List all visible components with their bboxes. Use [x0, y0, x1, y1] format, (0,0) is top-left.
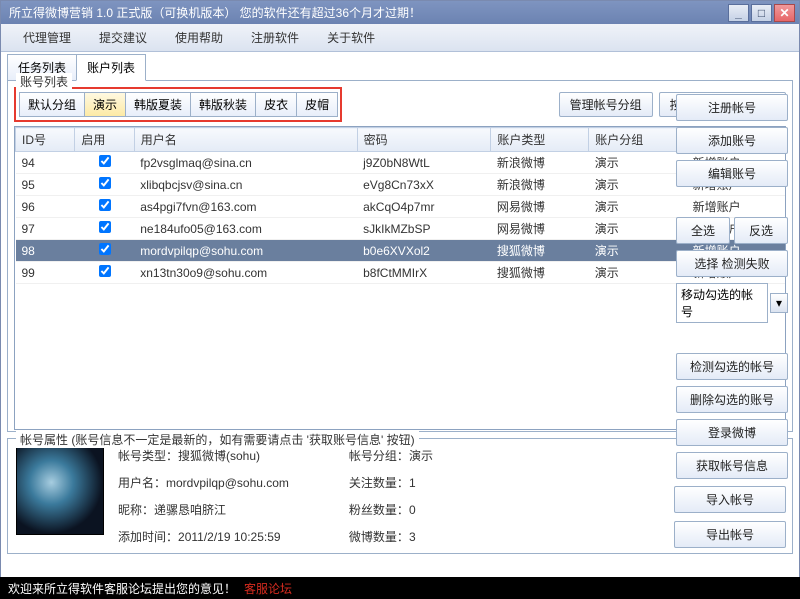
group-tab-summer[interactable]: 韩版夏装 [125, 92, 191, 117]
select-all-button[interactable]: 全选 [676, 217, 730, 244]
row-checkbox[interactable] [99, 221, 111, 233]
menu-register[interactable]: 注册软件 [237, 25, 313, 50]
row-checkbox[interactable] [99, 155, 111, 167]
row-checkbox[interactable] [99, 177, 111, 189]
menu-suggest[interactable]: 提交建议 [85, 25, 161, 50]
titlebar: 所立得微博营销 1.0 正式版（可换机版本） 您的软件还有超过36个月才过期！ … [1, 1, 799, 24]
fetch-info-button[interactable]: 获取帐号信息 [676, 452, 788, 479]
detail-type: 帐号类型：搜狐微博(sohu) [118, 447, 289, 464]
group-tabs-highlight: 默认分组 演示 韩版夏装 韩版秋装 皮衣 皮帽 [14, 87, 342, 122]
menu-proxy[interactable]: 代理管理 [9, 25, 85, 50]
menubar: 代理管理 提交建议 使用帮助 注册软件 关于软件 [1, 24, 799, 52]
statusbar: 欢迎来所立得软件客服论坛提出您的意见！ 客服论坛 [0, 577, 800, 599]
group-tab-demo[interactable]: 演示 [84, 92, 126, 117]
detail-nick: 昵称：递骡恳咱脐江 [118, 501, 289, 518]
tab-accountlist[interactable]: 账户列表 [76, 54, 146, 81]
group-tab-autumn[interactable]: 韩版秋装 [190, 92, 256, 117]
group-label: 账号列表 [16, 73, 72, 90]
main-tabs: 任务列表 账户列表 [7, 54, 793, 81]
minimize-button[interactable]: _ [728, 4, 749, 22]
account-table: ID号启用用户名密码账户类型账户分组账户状态 94fp2vsglmaq@sina… [14, 126, 786, 430]
footer-text: 欢迎来所立得软件客服论坛提出您的意见！ [8, 580, 236, 597]
table-row[interactable]: 99xn13tn30o9@sohu.comb8fCtMMIrX搜狐微博演示新增账… [16, 262, 785, 284]
window-title: 所立得微博营销 1.0 正式版（可换机版本） 您的软件还有超过36个月才过期！ [5, 4, 726, 21]
col-4[interactable]: 账户类型 [491, 128, 589, 152]
table-row[interactable]: 98mordvpilqp@sohu.comb0e6XVXol2搜狐微博演示新增账… [16, 240, 785, 262]
row-checkbox[interactable] [99, 243, 111, 255]
move-combo[interactable]: 移动勾选的帐号 [676, 283, 768, 323]
row-checkbox[interactable] [99, 265, 111, 277]
group-tab-default[interactable]: 默认分组 [19, 92, 85, 117]
detail-weibo: 微博数量：3 [349, 528, 433, 545]
detail-follow: 关注数量：1 [349, 474, 433, 491]
import-export-panel: 导入帐号 导出帐号 [674, 486, 786, 548]
col-2[interactable]: 用户名 [134, 128, 357, 152]
detail-user: 用户名：mordvpilqp@sohu.com [118, 474, 289, 491]
table-row[interactable]: 97ne184ufo05@163.comsJkIkMZbSP网易微博演示新增账户 [16, 218, 785, 240]
export-button[interactable]: 导出帐号 [674, 521, 786, 548]
row-checkbox[interactable] [99, 199, 111, 211]
footer-link[interactable]: 客服论坛 [244, 580, 292, 597]
login-button[interactable]: 登录微博 [676, 419, 788, 446]
table-row[interactable]: 96as4pgi7fvn@163.comakCqO4p7mr网易微博演示新增账户 [16, 196, 785, 218]
manage-group-button[interactable]: 管理帐号分组 [559, 92, 653, 117]
group-tab-leather[interactable]: 皮衣 [255, 92, 297, 117]
edit-button[interactable]: 编辑账号 [676, 160, 788, 187]
table-row[interactable]: 94fp2vsglmaq@sina.cnj9Z0bN8WtL新浪微博演示新增账户 [16, 152, 785, 174]
col-1[interactable]: 启用 [75, 128, 134, 152]
detail-time: 添加时间：2011/2/19 10:25:59 [118, 528, 289, 545]
detail-group: 帐号分组：演示 [349, 447, 433, 464]
register-button[interactable]: 注册帐号 [676, 94, 788, 121]
detail-fans: 粉丝数量：0 [349, 501, 433, 518]
menu-about[interactable]: 关于软件 [313, 25, 389, 50]
table-row[interactable]: 95xlibqbcjsv@sina.cneVg8Cn73xX新浪微博演示新增账户 [16, 174, 785, 196]
col-3[interactable]: 密码 [357, 128, 491, 152]
col-0[interactable]: ID号 [16, 128, 75, 152]
move-combo-dropdown[interactable]: ▾ [770, 293, 788, 313]
close-button[interactable]: ✕ [774, 4, 795, 22]
import-button[interactable]: 导入帐号 [674, 486, 786, 513]
menu-help[interactable]: 使用帮助 [161, 25, 237, 50]
detail-group-label: 帐号属性 (账号信息不一定是最新的，如有需要请点击 '获取账号信息' 按钮) [16, 431, 419, 448]
invert-button[interactable]: 反选 [734, 217, 788, 244]
avatar [16, 447, 104, 535]
detect-button[interactable]: 检测勾选的帐号 [676, 353, 788, 380]
delete-button[interactable]: 删除勾选的账号 [676, 386, 788, 413]
group-tab-hat[interactable]: 皮帽 [296, 92, 338, 117]
select-detect-fail-button[interactable]: 选择 检测失败 [676, 250, 788, 277]
col-5[interactable]: 账户分组 [589, 128, 687, 152]
maximize-button[interactable]: □ [751, 4, 772, 22]
side-panel: 注册帐号 添加账号 编辑账号 全选 反选 选择 检测失败 移动勾选的帐号 ▾ 检… [676, 94, 788, 479]
add-button[interactable]: 添加账号 [676, 127, 788, 154]
